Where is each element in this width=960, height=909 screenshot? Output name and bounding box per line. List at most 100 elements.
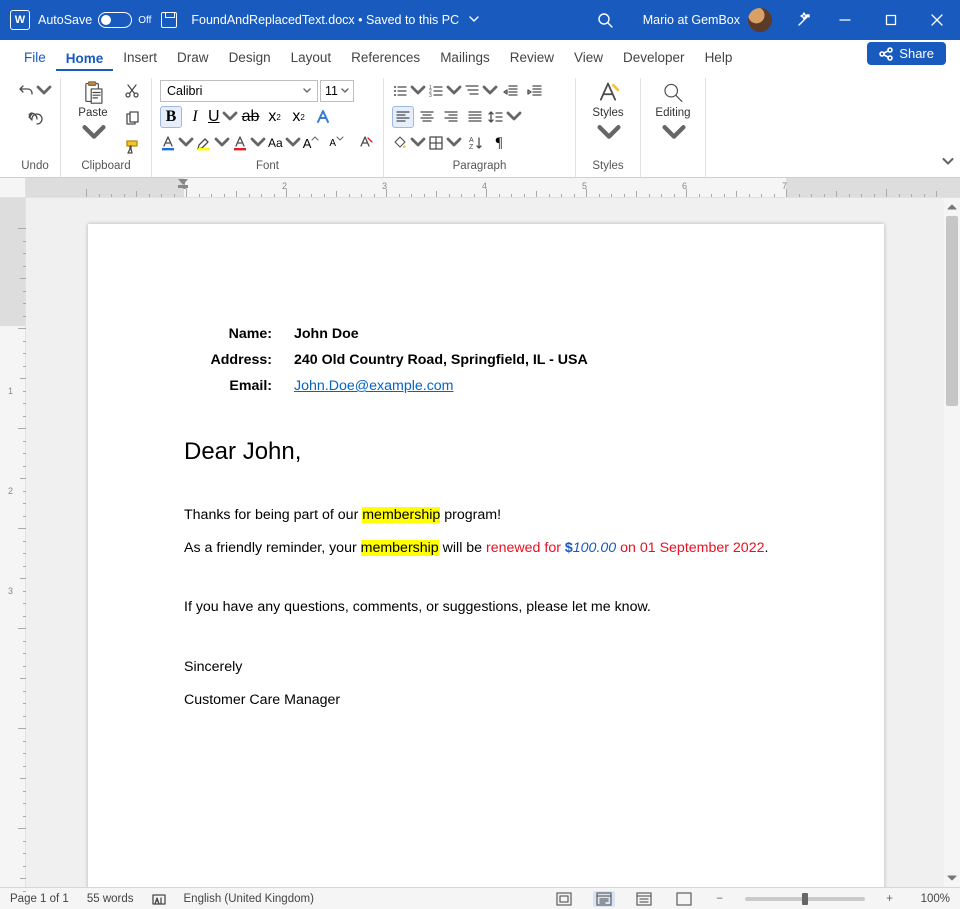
chevron-down-icon (469, 14, 479, 24)
text-effects-button[interactable] (312, 106, 334, 128)
status-language[interactable]: English (United Kingdom) (184, 893, 314, 905)
ribbon-tabs: File Home Insert Draw Design Layout Refe… (0, 40, 960, 72)
copy-button[interactable] (121, 108, 143, 130)
increase-indent-button[interactable] (524, 80, 546, 102)
editing-label: Editing (655, 107, 690, 119)
bullets-button[interactable] (392, 80, 426, 102)
vertical-scrollbar[interactable] (944, 198, 960, 887)
decrease-indent-button[interactable] (500, 80, 522, 102)
sort-button[interactable]: AZ (464, 132, 486, 154)
view-read-button[interactable] (673, 891, 695, 907)
align-left-button[interactable] (392, 106, 414, 128)
tab-references[interactable]: References (341, 44, 430, 71)
styles-button[interactable]: Styles (584, 80, 632, 146)
tab-help[interactable]: Help (695, 44, 743, 71)
autosave-label: AutoSave (38, 13, 92, 27)
spellcheck-icon[interactable] (152, 892, 166, 906)
document-title[interactable]: FoundAndReplacedText.docx • Saved to thi… (191, 13, 478, 27)
status-page[interactable]: Page 1 of 1 (10, 893, 69, 905)
view-web-button[interactable] (633, 891, 655, 907)
group-clipboard: Paste Clipboard (61, 78, 152, 177)
superscript-button[interactable]: x2 (288, 106, 310, 128)
vertical-ruler[interactable]: 123 (0, 198, 26, 887)
highlight-button[interactable] (196, 132, 230, 154)
font-color-a-button[interactable] (160, 132, 194, 154)
maximize-button[interactable] (868, 0, 914, 40)
shading-button[interactable] (392, 132, 426, 154)
avatar (748, 8, 772, 32)
strikethrough-button[interactable]: ab (240, 106, 262, 128)
clear-formatting-button[interactable] (354, 132, 376, 154)
toggle-track[interactable] (98, 12, 132, 28)
cut-button[interactable] (121, 80, 143, 102)
shrink-font-button[interactable]: A (329, 132, 352, 154)
user-account[interactable]: Mario at GemBox (643, 8, 772, 32)
justify-button[interactable] (464, 106, 486, 128)
p2-red-b: on 01 September 2022 (616, 540, 764, 556)
autosave-toggle[interactable]: AutoSave Off (38, 12, 151, 28)
search-icon[interactable] (597, 12, 613, 28)
group-paragraph-label: Paragraph (392, 158, 567, 175)
scroll-up-button[interactable] (946, 200, 958, 214)
view-focus-button[interactable] (553, 891, 575, 907)
sparkle-icon[interactable] (796, 12, 812, 28)
bold-button[interactable]: B (160, 106, 182, 128)
tab-draw[interactable]: Draw (167, 44, 219, 71)
grow-font-button[interactable]: A (303, 132, 328, 154)
save-icon[interactable] (161, 12, 177, 28)
tab-insert[interactable]: Insert (113, 44, 167, 71)
font-size-value: 11 (325, 84, 338, 98)
tab-review[interactable]: Review (500, 44, 564, 71)
status-words[interactable]: 55 words (87, 893, 134, 905)
tab-design[interactable]: Design (219, 44, 281, 71)
field-email: Email: John.Doe@example.com (184, 378, 788, 394)
p2-red-a: renewed for (486, 540, 565, 556)
font-name-combo[interactable]: Calibri (160, 80, 318, 102)
share-button[interactable]: Share (867, 42, 946, 65)
scroll-down-button[interactable] (946, 871, 958, 885)
group-styles: Styles Styles (576, 78, 641, 177)
zoom-slider[interactable] (745, 897, 865, 901)
line-spacing-button[interactable] (488, 106, 522, 128)
font-color-button[interactable] (232, 132, 266, 154)
title-bar: W AutoSave Off FoundAndReplacedText.docx… (0, 0, 960, 40)
view-print-button[interactable] (593, 891, 615, 907)
format-painter-button[interactable] (121, 136, 143, 158)
align-right-button[interactable] (440, 106, 462, 128)
multilevel-list-button[interactable] (464, 80, 498, 102)
paste-button[interactable]: Paste (69, 80, 117, 146)
zoom-in-button[interactable]: + (883, 893, 897, 905)
change-case-button[interactable]: Aa (268, 132, 301, 154)
tab-file[interactable]: File (14, 44, 56, 71)
group-styles-label: Styles (584, 158, 632, 175)
underline-button[interactable]: U (208, 106, 238, 128)
undo-button[interactable] (18, 80, 52, 102)
zoom-value[interactable]: 100% (921, 893, 950, 905)
font-size-combo[interactable]: 11 (320, 80, 354, 102)
scroll-thumb[interactable] (946, 216, 958, 406)
email-value[interactable]: John.Doe@example.com (294, 378, 454, 394)
horizontal-ruler[interactable]: 1234567 (26, 178, 960, 197)
borders-button[interactable] (428, 132, 462, 154)
align-center-button[interactable] (416, 106, 438, 128)
tab-home[interactable]: Home (56, 45, 114, 72)
minimize-button[interactable] (822, 0, 868, 40)
subscript-button[interactable]: x2 (264, 106, 286, 128)
redo-button[interactable] (24, 108, 46, 130)
editing-button[interactable]: Editing (649, 80, 697, 146)
page[interactable]: Name: John Doe Address: 240 Old Country … (88, 224, 884, 887)
italic-button[interactable]: I (184, 106, 206, 128)
p2-text-b: will be (439, 540, 486, 556)
paragraph-5: Customer Care Manager (184, 691, 788, 710)
numbering-button[interactable]: 123 (428, 80, 462, 102)
save-status-text: Saved to this PC (366, 13, 459, 27)
tab-layout[interactable]: Layout (281, 44, 342, 71)
tab-mailings[interactable]: Mailings (430, 44, 500, 71)
zoom-out-button[interactable]: − (713, 893, 727, 905)
close-button[interactable] (914, 0, 960, 40)
collapse-ribbon-button[interactable] (940, 155, 954, 173)
show-marks-button[interactable]: ¶ (488, 132, 510, 154)
tab-developer[interactable]: Developer (613, 44, 695, 71)
document-canvas[interactable]: Name: John Doe Address: 240 Old Country … (26, 198, 960, 887)
tab-view[interactable]: View (564, 44, 613, 71)
